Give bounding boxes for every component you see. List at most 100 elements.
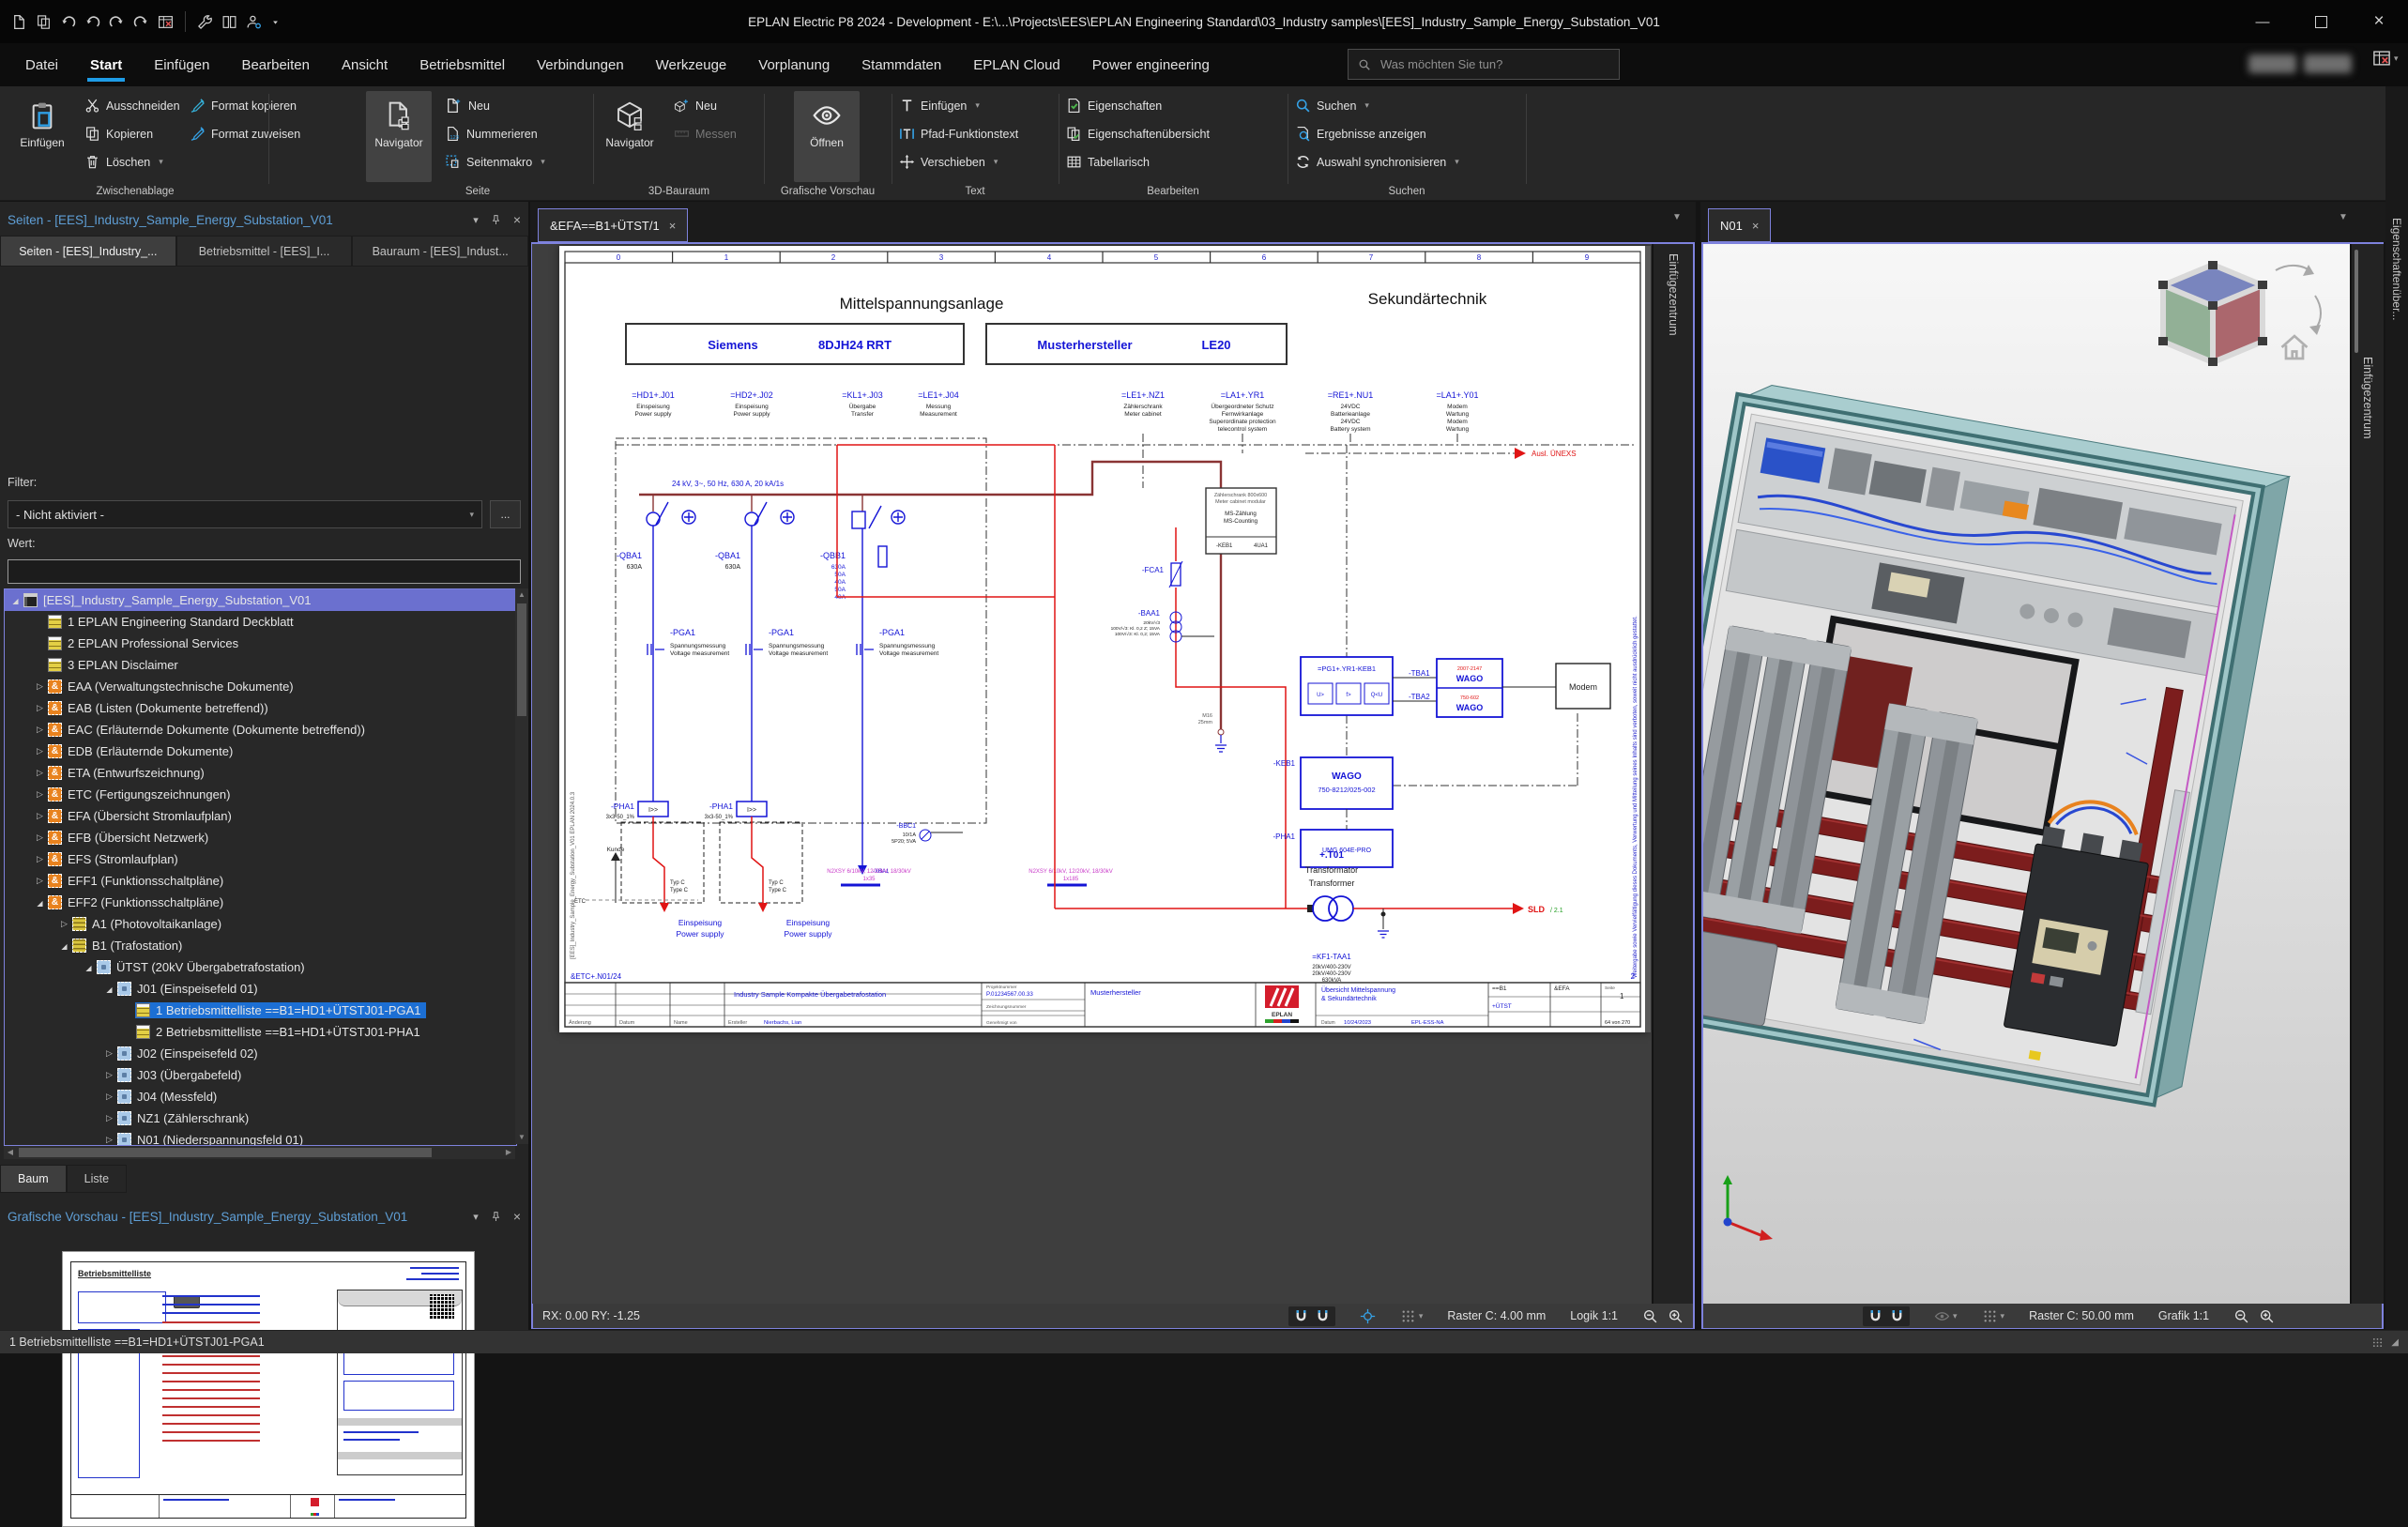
switch-branch-3[interactable]: -QBB1 630A 50A 40A 50A 40A -XBA1 xyxy=(820,495,905,875)
tree-expander-icon[interactable] xyxy=(33,703,47,713)
field-label[interactable]: =HD2+.J02EinspeisungPower supply xyxy=(730,390,773,418)
menu-tab[interactable]: Ansicht xyxy=(326,43,404,86)
transformer[interactable]: +.T01 Transformator Transformer SLD / 2.… xyxy=(1305,850,1563,1003)
tree-expander-icon[interactable] xyxy=(102,1092,116,1102)
undo-list-icon[interactable] xyxy=(84,14,100,30)
move-text-button[interactable]: Verschieben▾ xyxy=(899,150,998,174)
menu-tab[interactable]: Datei xyxy=(9,43,74,86)
tree-item[interactable]: [EES]_Industry_Sample_Energy_Substation_… xyxy=(5,589,516,611)
panel-pin-icon[interactable] xyxy=(490,1211,502,1223)
menu-tab[interactable]: Bearbeiten xyxy=(225,43,326,86)
tree-item[interactable]: B1 (Trafostation) xyxy=(5,935,516,956)
viewer3d-document-tab[interactable]: N01 × xyxy=(1708,208,1771,242)
menu-tab[interactable]: Werkzeuge xyxy=(640,43,743,86)
search-input[interactable] xyxy=(1379,56,1609,72)
snap-tools[interactable] xyxy=(1863,1306,1910,1326)
meter-cabinet-box[interactable]: Zählerschrank 800x600 Meter cabinet modu… xyxy=(1206,488,1276,554)
page-scrollbar[interactable] xyxy=(1645,246,1651,1032)
menu-tab[interactable]: Verbindungen xyxy=(521,43,640,86)
tree-item[interactable]: EDB (Erläuternde Dokumente) xyxy=(5,741,516,762)
tree-expander-icon[interactable] xyxy=(33,746,47,756)
voltage-measurement-3[interactable]: -PGA1 Spannungsmessung Voltage measureme… xyxy=(857,628,938,657)
scale-indicator[interactable]: Grafik 1:1 xyxy=(2158,1309,2209,1322)
tree-item[interactable]: ETC (Fertigungszeichnungen) xyxy=(5,784,516,805)
menu-tab[interactable]: Einfügen xyxy=(138,43,225,86)
search-button[interactable]: Suchen▾ xyxy=(1295,94,1369,117)
menu-tab[interactable]: Betriebsmittel xyxy=(404,43,521,86)
menu-tab[interactable]: Power engineering xyxy=(1076,43,1226,86)
format-assign-button[interactable]: Format zuweisen xyxy=(190,122,300,145)
filter-more-button[interactable]: ... xyxy=(490,500,521,528)
zoom-out-icon[interactable] xyxy=(2233,1308,2249,1324)
tree-item[interactable]: 2 EPLAN Professional Services xyxy=(5,633,516,654)
preview-panel-header[interactable]: Grafische Vorschau - [EES]_Industry_Samp… xyxy=(0,1202,528,1230)
tree-item[interactable]: ETA (Entwurfszeichnung) xyxy=(5,762,516,784)
tree-item[interactable]: J02 (Einspeisefeld 02) xyxy=(5,1043,516,1064)
field-label[interactable]: =KL1+.J03ÜbergabeTransfer xyxy=(842,390,883,418)
tree-item[interactable]: J04 (Messfeld) xyxy=(5,1086,516,1107)
object-snap-icon[interactable] xyxy=(1315,1308,1331,1324)
pages-panel-header[interactable]: Seiten - [EES]_Industry_Sample_Energy_Su… xyxy=(0,206,528,234)
tree-expander-icon[interactable] xyxy=(8,596,23,605)
menu-tab[interactable]: Start xyxy=(74,43,138,86)
tree-expander-icon[interactable] xyxy=(102,1070,116,1080)
viewer3d-tablist-dropdown-icon[interactable]: ▼ xyxy=(2339,212,2348,222)
panel-close-icon[interactable]: × xyxy=(513,1209,521,1224)
tab-close-icon[interactable]: × xyxy=(669,219,677,233)
tree-item[interactable]: J03 (Übergabefeld) xyxy=(5,1064,516,1086)
tree-item[interactable]: A1 (Photovoltaikanlage) xyxy=(5,913,516,935)
remove-table-icon[interactable] xyxy=(158,14,174,30)
format-copy-button[interactable]: Format kopieren xyxy=(190,94,297,117)
tree-horizontal-scrollbar[interactable]: ◀▶ xyxy=(4,1146,515,1159)
command-search[interactable] xyxy=(1348,49,1620,80)
tree-item[interactable]: EFB (Übersicht Netzwerk) xyxy=(5,827,516,848)
tree-expander-icon[interactable] xyxy=(33,811,47,821)
tree-item[interactable]: EAB (Listen (Dokumente betreffend)) xyxy=(5,697,516,719)
menu-tab[interactable]: Vorplanung xyxy=(742,43,846,86)
properties-button[interactable]: Eigenschaften xyxy=(1066,94,1162,117)
properties-overview-dock-tab[interactable]: Eigenschaftenüber... xyxy=(2390,208,2403,320)
modem-box[interactable]: Modem xyxy=(1556,664,1610,709)
tree-item[interactable]: N01 (Niederspannungsfeld 01) xyxy=(5,1129,516,1146)
redo-icon[interactable] xyxy=(109,14,125,30)
tree-item[interactable]: EFF1 (Funktionsschaltpläne) xyxy=(5,870,516,892)
tab-close-icon[interactable]: × xyxy=(1752,219,1760,233)
field-label[interactable]: =LA1+.YR1Übergeordneter SchutzFernwirkan… xyxy=(1209,390,1276,433)
panel-pin-icon[interactable] xyxy=(490,214,502,226)
tree-item[interactable]: EFA (Übersicht Stromlaufplan) xyxy=(5,805,516,827)
tree-expander-icon[interactable] xyxy=(33,898,47,908)
home-view-icon[interactable] xyxy=(2282,336,2308,359)
new-page-button[interactable]: Neu xyxy=(445,94,490,117)
snap-icon[interactable] xyxy=(1293,1308,1309,1324)
schematic-page[interactable]: 01 23 45 67 89 [EES]_Industry_Sample_Ene… xyxy=(559,246,1648,1032)
field-label[interactable]: =RE1+.NU124VDCBatterieanlage24VDCBattery… xyxy=(1328,390,1374,433)
tree-item[interactable]: 3 EPLAN Disclaimer xyxy=(5,654,516,676)
editor-tablist-dropdown-icon[interactable]: ▼ xyxy=(1672,212,1682,222)
filter-combo[interactable]: - Nicht aktiviert -▾ xyxy=(8,500,482,528)
field-label[interactable]: =LA1+.Y01ModemWartungModemWartung xyxy=(1436,390,1478,433)
pages-tree[interactable]: [EES]_Industry_Sample_Energy_Substation_… xyxy=(4,588,517,1146)
3d-navigator-button[interactable]: Navigator xyxy=(597,91,663,182)
tree-expander-icon[interactable] xyxy=(57,919,71,929)
tree-expander-icon[interactable] xyxy=(57,941,71,951)
sync-selection-button[interactable]: Auswahl synchronisieren▾ xyxy=(1295,150,1459,174)
insert-center-tab[interactable]: Einfügezentrum xyxy=(2361,244,2374,439)
cross-reference[interactable]: &ETC+.N01/24 xyxy=(571,972,622,981)
tree-expander-icon[interactable] xyxy=(102,1135,116,1145)
insert-center-tab[interactable]: Einfügezentrum xyxy=(1667,244,1680,336)
cabinet-3d-model[interactable] xyxy=(1703,244,2350,1304)
grid-size[interactable]: Raster C: 50.00 mm xyxy=(2029,1309,2134,1322)
minimize-button[interactable]: — xyxy=(2233,0,2292,43)
field-label[interactable]: =HD1+.J01EinspeisungPower supply xyxy=(632,390,675,418)
paste-button[interactable]: Einfügen xyxy=(9,91,75,182)
object-snap-icon[interactable] xyxy=(1889,1308,1905,1324)
tree-expander-icon[interactable] xyxy=(102,1048,116,1059)
panel-dropdown-icon[interactable]: ▾ xyxy=(473,214,479,226)
tree-expander-icon[interactable] xyxy=(33,681,47,692)
zoom-in-icon[interactable] xyxy=(1668,1308,1684,1324)
crosshair-icon[interactable] xyxy=(1360,1308,1376,1324)
voltage-measurement-2[interactable]: -PGA1 Spannungsmessung Voltage measureme… xyxy=(746,628,828,657)
path-function-text-button[interactable]: Pfad-Funktionstext xyxy=(899,122,1018,145)
tree-item[interactable]: NZ1 (Zählerschrank) xyxy=(5,1107,516,1129)
resize-caret-icon[interactable]: ◢ xyxy=(2391,1337,2399,1348)
